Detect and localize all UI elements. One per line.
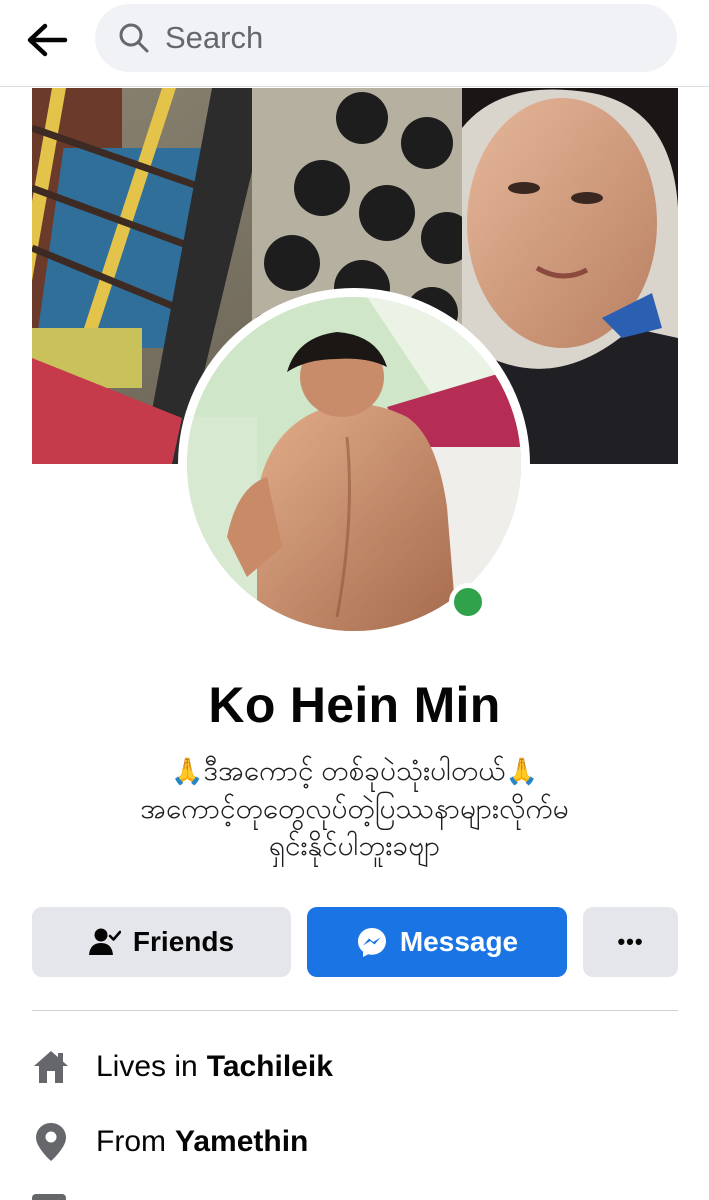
- next-info-icon: [32, 1194, 66, 1200]
- profile-bio: 🙏ဒီအကောင့် တစ်ခုပဲသုံးပါတယ်🙏 အကောင့်တုတွ…: [40, 752, 669, 864]
- info-from: From Yamethin: [32, 1117, 678, 1167]
- from-prefix: From: [96, 1125, 166, 1158]
- message-button-label: Message: [399, 926, 519, 957]
- friends-button-label: Friends: [132, 926, 235, 957]
- more-dots-icon: •••: [617, 929, 644, 954]
- online-status-indicator: [449, 583, 487, 621]
- profile-name: Ko Hein Min: [208, 677, 501, 733]
- info-lives-in: Lives in Tachileik: [32, 1042, 678, 1092]
- top-bar: [0, 0, 709, 87]
- bio-line-3: ရှင်းနိုင်ပါဘူးခဗျာ: [268, 830, 441, 861]
- lives-in-prefix: Lives in: [96, 1050, 198, 1083]
- lives-in-value[interactable]: Tachileik: [207, 1050, 333, 1084]
- bio-line-1: 🙏ဒီအကောင့် တစ်ခုပဲသုံးပါတယ်🙏: [40, 752, 669, 790]
- more-options-button[interactable]: •••: [583, 907, 678, 977]
- message-button[interactable]: Message: [307, 907, 567, 977]
- avatar-image: [187, 297, 521, 631]
- back-arrow-icon: [27, 23, 68, 57]
- avatar: [187, 297, 521, 631]
- search-input[interactable]: [163, 19, 627, 57]
- home-icon: [32, 1047, 70, 1087]
- messenger-icon: [356, 926, 388, 958]
- section-divider: [32, 1010, 678, 1011]
- friends-check-icon: [88, 927, 121, 957]
- search-icon: [117, 21, 151, 55]
- bio-line-1-text: ဒီအကောင့် တစ်ခုပဲသုံးပါတယ်: [203, 755, 506, 786]
- friends-button[interactable]: Friends: [32, 907, 291, 977]
- from-value[interactable]: Yamethin: [175, 1125, 308, 1159]
- pray-emoji-icon: 🙏: [171, 756, 204, 786]
- search-bar[interactable]: [95, 4, 677, 72]
- back-button[interactable]: [22, 18, 72, 62]
- location-pin-icon: [32, 1122, 70, 1162]
- pray-emoji-icon: 🙏: [505, 756, 538, 786]
- bio-line-2: အကောင့်တုတွေလုပ်တဲ့ပြဿနာများလိုက်မ: [140, 793, 569, 824]
